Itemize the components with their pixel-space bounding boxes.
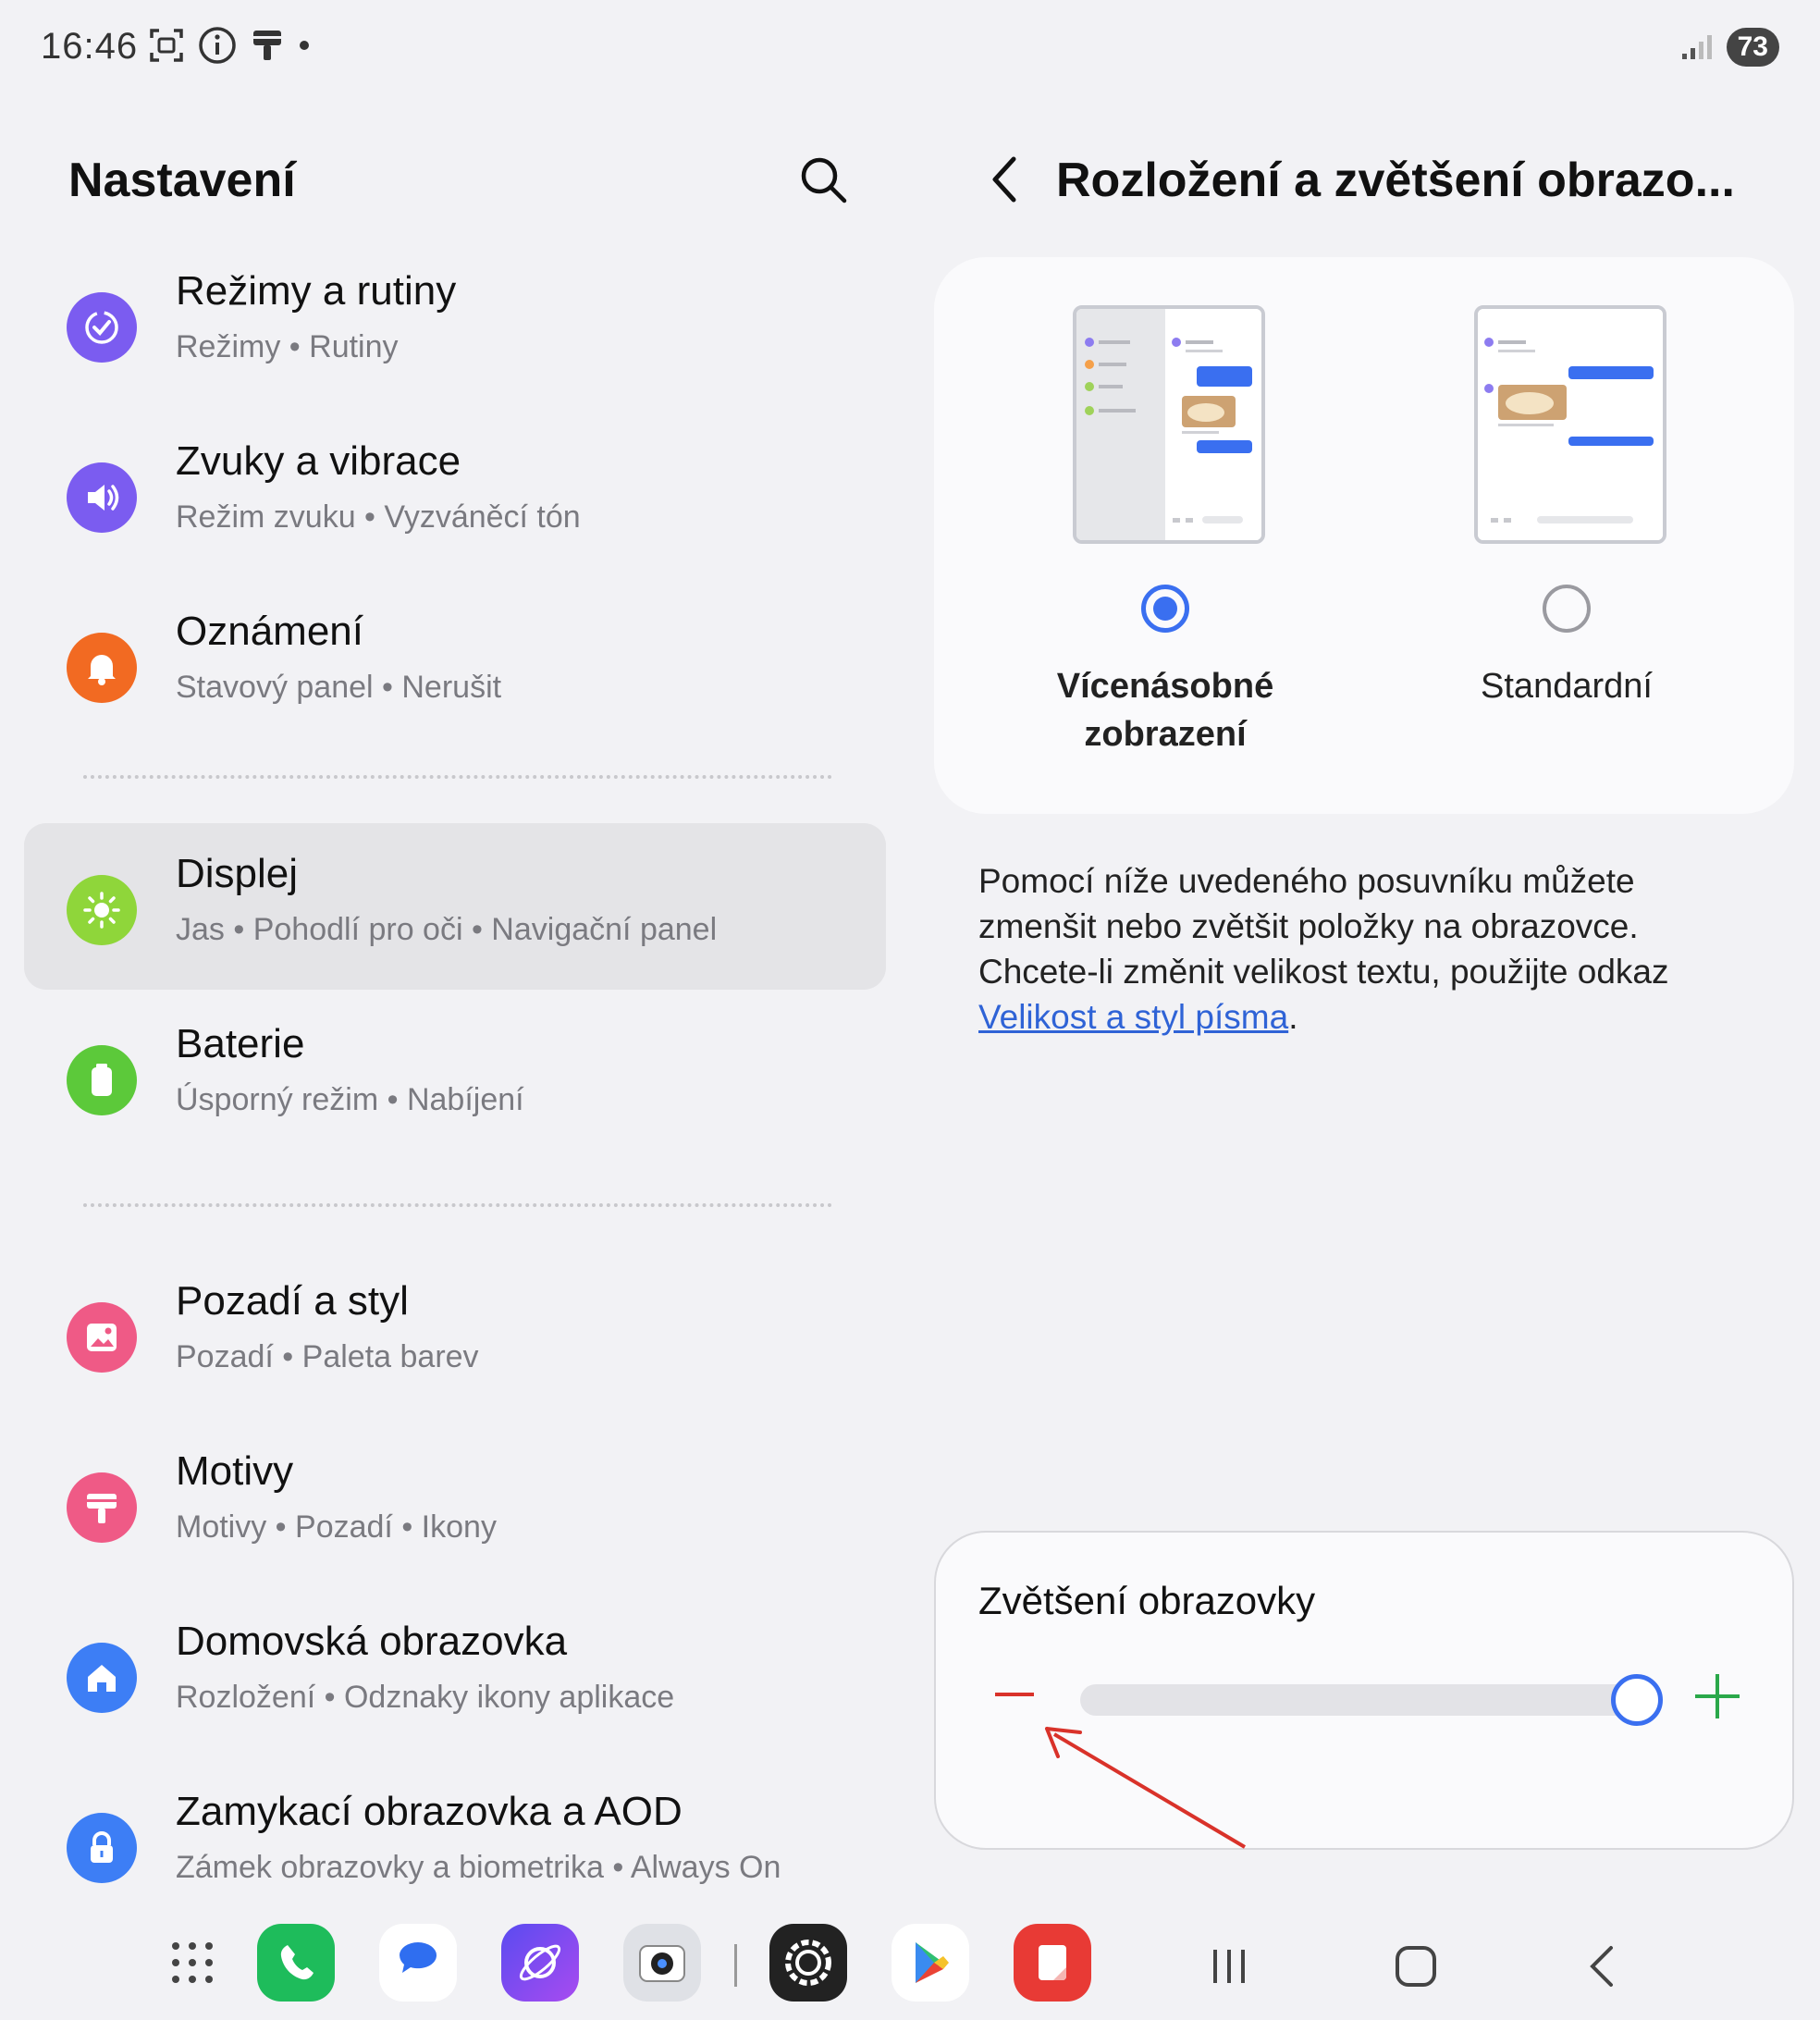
settings-item-title: Zamykací obrazovka a AOD <box>176 1789 682 1834</box>
settings-icon[interactable] <box>769 1924 847 2002</box>
detail-panel: Rozložení a zvětšení obrazo... Vícenásob… <box>934 102 1820 1896</box>
brush-icon <box>253 31 281 60</box>
settings-item-subtitle: Pozadí • Paleta barev <box>176 1339 479 1374</box>
battery-indicator: 73 <box>1726 28 1779 67</box>
page-title: Rozložení a zvětšení obrazo... <box>1056 154 1735 207</box>
description-text: Pomocí níže uvedeného posuvníku můžete z… <box>978 858 1755 1040</box>
settings-item-title: Baterie <box>176 1021 305 1066</box>
option-label-line1: Vícenásobné <box>1056 667 1274 706</box>
screenshot-icon <box>150 29 183 62</box>
font-size-link[interactable]: Velikost a styl písma <box>978 998 1288 1036</box>
sun-icon <box>67 875 137 945</box>
zoom-title: Zvětšení obrazovky <box>978 1579 1316 1622</box>
camera-icon[interactable] <box>623 1924 701 2002</box>
modes-icon <box>67 292 137 363</box>
settings-item-battery[interactable]: Baterie Úsporný režim • Nabíjení <box>24 993 886 1160</box>
settings-item-subtitle: Zámek obrazovky a biometrika • Always On <box>176 1850 781 1885</box>
settings-item-notifications[interactable]: Oznámení Stavový panel • Nerušit <box>24 581 886 747</box>
settings-item-title: Režimy a rutiny <box>176 268 457 314</box>
section-divider <box>83 1203 832 1207</box>
radio-standard[interactable] <box>1543 585 1591 633</box>
settings-item-subtitle: Jas • Pohodlí pro oči • Navigační panel <box>176 912 718 947</box>
settings-item-subtitle: Úsporný režim • Nabíjení <box>176 1082 524 1117</box>
settings-item-subtitle: Rozložení • Odznaky ikony aplikace <box>176 1680 675 1715</box>
settings-item-themes[interactable]: Motivy Motivy • Pozadí • Ikony <box>24 1421 886 1587</box>
settings-item-sounds[interactable]: Zvuky a vibrace Režim zvuku • Vyzváněcí … <box>24 411 886 577</box>
settings-item-title: Zvuky a vibrace <box>176 438 461 484</box>
settings-item-subtitle: Stavový panel • Nerušit <box>176 670 502 705</box>
section-divider <box>83 775 832 779</box>
settings-item-title: Domovská obrazovka <box>176 1619 568 1664</box>
settings-item-subtitle: Motivy • Pozadí • Ikony <box>176 1509 497 1545</box>
dot-icon <box>300 41 309 50</box>
phone-icon[interactable] <box>257 1924 335 2002</box>
page-title: Nastavení <box>68 154 296 207</box>
option-label-line2: zobrazení <box>1084 715 1247 754</box>
messages-icon[interactable] <box>379 1924 457 2002</box>
info-icon <box>199 27 236 64</box>
internet-icon[interactable] <box>501 1924 579 2002</box>
taskbar <box>0 1896 1820 2020</box>
back-nav-icon[interactable] <box>1570 1937 1635 1996</box>
settings-item-title: Pozadí a styl <box>176 1278 409 1324</box>
layout-options-card: Vícenásobné zobrazení Standardní <box>934 257 1794 814</box>
option-label-line1: Standardní <box>1481 667 1653 706</box>
radio-multi-view[interactable] <box>1141 585 1189 633</box>
settings-item-display[interactable]: Displej Jas • Pohodlí pro oči • Navigačn… <box>24 823 886 990</box>
settings-item-title: Motivy <box>176 1448 294 1494</box>
back-icon[interactable] <box>978 152 1034 207</box>
dock-divider <box>734 1944 737 1987</box>
settings-item-subtitle: Režimy • Rutiny <box>176 329 399 364</box>
zoom-slider-thumb[interactable] <box>1611 1674 1663 1726</box>
play-store-icon[interactable] <box>892 1924 969 2002</box>
signal-icon <box>1681 35 1712 59</box>
settings-list-panel: Nastavení Režimy a rutiny Režimy • Rutin… <box>0 102 906 1896</box>
settings-item-title: Displej <box>176 851 299 896</box>
notes-icon[interactable] <box>1014 1924 1091 2002</box>
screen-zoom-card: Zvětšení obrazovky <box>934 1531 1794 1850</box>
apps-grid-icon[interactable] <box>154 1924 231 2002</box>
bell-icon <box>67 633 137 703</box>
wallpaper-icon <box>67 1302 137 1373</box>
home-icon <box>67 1643 137 1713</box>
standard-preview <box>1474 305 1666 544</box>
description-body: Pomocí níže uvedeného posuvníku můžete z… <box>978 862 1669 991</box>
themes-icon <box>67 1472 137 1543</box>
settings-item-title: Oznámení <box>176 609 363 654</box>
status-bar: 16:46 73 <box>0 0 1820 102</box>
option-standard[interactable]: Standardní <box>1382 257 1752 814</box>
recents-icon[interactable] <box>1197 1937 1261 1996</box>
lock-icon <box>67 1813 137 1883</box>
sound-icon <box>67 462 137 533</box>
battery-icon <box>67 1045 137 1115</box>
search-icon[interactable] <box>797 154 849 205</box>
option-multi-view[interactable]: Vícenásobné zobrazení <box>980 257 1350 814</box>
settings-item-subtitle: Režim zvuku • Vyzváněcí tón <box>176 499 581 535</box>
home-nav-icon[interactable] <box>1383 1937 1448 1996</box>
settings-item-home-screen[interactable]: Domovská obrazovka Rozložení • Odznaky i… <box>24 1591 886 1757</box>
multi-view-preview <box>1073 305 1265 544</box>
minus-icon[interactable] <box>991 1671 1038 1718</box>
settings-item-modes[interactable]: Režimy a rutiny Režimy • Rutiny <box>24 240 886 407</box>
option-label: Standardní <box>1382 662 1752 710</box>
description-suffix: . <box>1288 998 1298 1036</box>
option-label: Vícenásobné zobrazení <box>980 662 1350 758</box>
status-time: 16:46 <box>41 26 139 67</box>
plus-icon[interactable] <box>1692 1671 1742 1721</box>
settings-item-wallpaper[interactable]: Pozadí a styl Pozadí • Paleta barev <box>24 1250 886 1417</box>
zoom-slider-track[interactable] <box>1080 1684 1654 1716</box>
